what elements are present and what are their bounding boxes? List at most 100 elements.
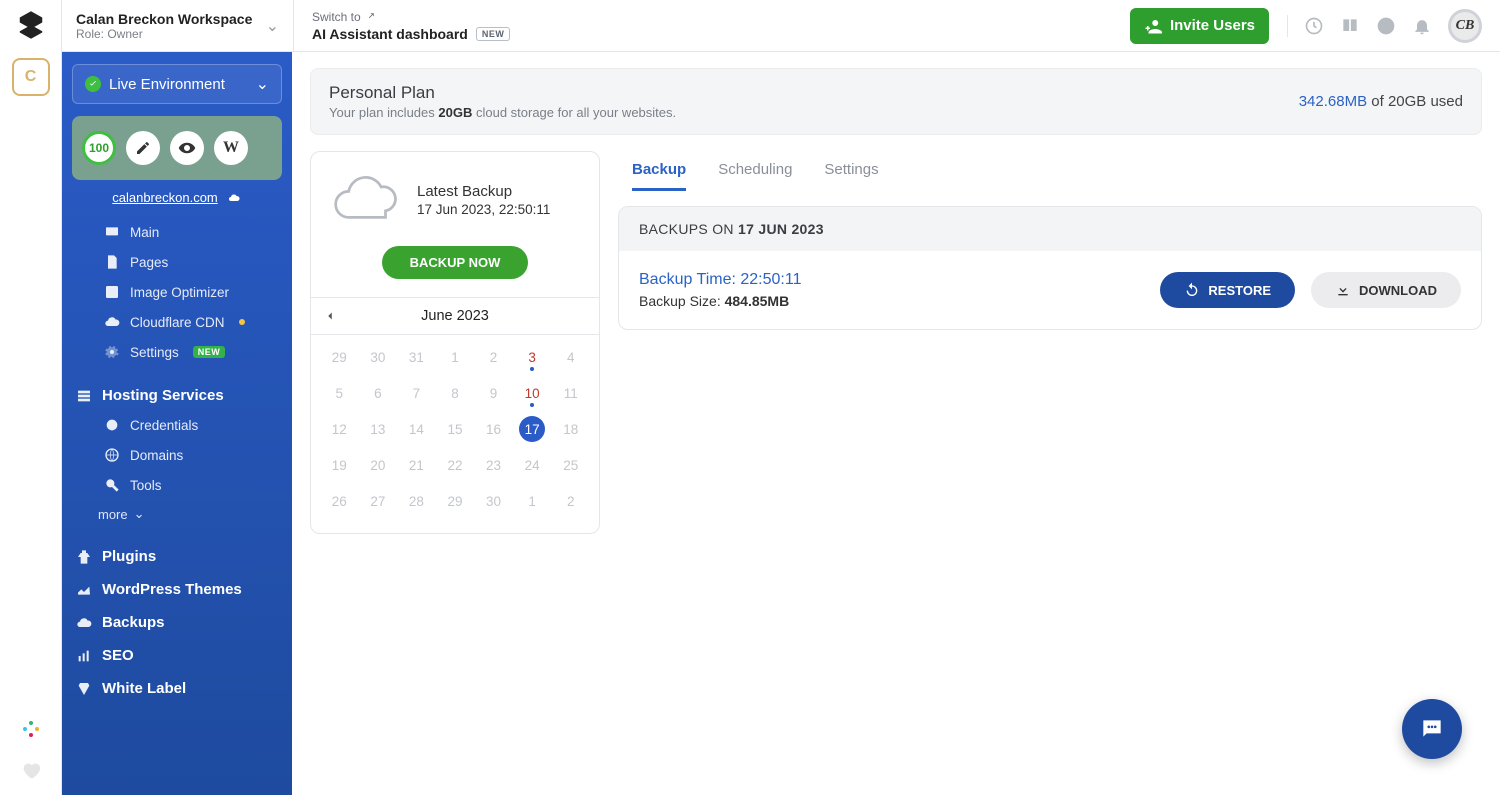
backup-time: Backup Time: 22:50:11 [639,271,801,289]
sidebar-item-themes[interactable]: WordPress Themes [72,571,282,604]
backups-panel: BACKUPS ON 17 JUN 2023 Backup Time: 22:5… [618,206,1482,330]
switch-area: Switch to AI Assistant dashboard NEW [294,4,528,48]
site-preview-card: 100 W [72,116,282,180]
tab-scheduling[interactable]: Scheduling [718,151,792,191]
calendar-day[interactable]: 28 [398,483,435,519]
calendar-day[interactable]: 15 [437,411,474,447]
calendar-day[interactable]: 19 [321,447,358,483]
switch-to-link[interactable]: Switch to [312,10,510,24]
calendar-grid: 2930311234567891011121314151617181920212… [311,334,599,533]
pie-icon[interactable] [1376,16,1396,36]
sidebar-item-domains[interactable]: Domains [98,440,282,470]
new-badge: NEW [476,27,511,41]
sidebar-item-cloudflare[interactable]: Cloudflare CDN [98,307,282,337]
chevron-down-icon: ⌄ [256,74,269,94]
calendar-day[interactable]: 14 [398,411,435,447]
sidebar-section-hosting[interactable]: Hosting Services [72,377,282,410]
calendar-day: 29 [321,339,358,375]
calendar-prev-button[interactable] [323,309,337,323]
calendar-day[interactable]: 25 [552,447,589,483]
plan-title: Personal Plan [329,83,676,103]
calendar-day: 2 [552,483,589,519]
ai-dashboard-link[interactable]: AI Assistant dashboard NEW [312,26,510,42]
workspace-badge[interactable]: C [12,58,50,96]
download-icon [1335,282,1351,298]
calendar-day[interactable]: 8 [437,375,474,411]
calendar-day[interactable]: 13 [360,411,397,447]
backup-row: Backup Time: 22:50:11 Backup Size: 484.8… [619,251,1481,329]
heart-icon[interactable] [20,759,42,795]
chevron-down-icon: ⌄ [266,16,279,36]
calendar-day[interactable]: 2 [475,339,512,375]
calendar-day[interactable]: 24 [514,447,551,483]
brand-logo-icon[interactable] [16,10,46,40]
calendar-day[interactable]: 23 [475,447,512,483]
bell-icon[interactable] [1412,16,1432,36]
backup-tabs: Backup Scheduling Settings [618,151,1482,192]
calendar-day[interactable]: 3 [514,339,551,375]
sidebar-item-backups[interactable]: Backups [72,604,282,637]
wordpress-admin-button[interactable]: W [214,131,248,165]
calendar-day[interactable]: 7 [398,375,435,411]
backup-now-button[interactable]: BACKUP NOW [382,246,529,279]
sidebar-item-tools[interactable]: Tools [98,470,282,500]
calendar-day[interactable]: 27 [360,483,397,519]
clock-icon[interactable] [1304,16,1324,36]
sidebar-item-main[interactable]: Main [98,217,282,247]
restore-icon [1184,282,1200,298]
workspace-role: Role: Owner [76,27,252,41]
calendar-day[interactable]: 6 [360,375,397,411]
calendar-day[interactable]: 11 [552,375,589,411]
sidebar-item-credentials[interactable]: Credentials [98,410,282,440]
calendar-day: 1 [514,483,551,519]
top-header: Calan Breckon Workspace Role: Owner ⌄ Sw… [62,0,1500,52]
calendar-day[interactable]: 4 [552,339,589,375]
calendar-day[interactable]: 18 [552,411,589,447]
workspace-selector[interactable]: Calan Breckon Workspace Role: Owner ⌄ [62,0,294,51]
calendar-day[interactable]: 20 [360,447,397,483]
edit-site-button[interactable] [126,131,160,165]
calendar-day[interactable]: 1 [437,339,474,375]
backup-size: Backup Size: 484.85MB [639,293,801,309]
new-badge: NEW [193,346,226,358]
calendar-day[interactable]: 26 [321,483,358,519]
book-icon[interactable] [1340,16,1360,36]
slack-icon[interactable] [19,717,43,741]
calendar-day: 31 [398,339,435,375]
sidebar-nav: Main Pages Image Optimizer Cloudflare CD… [72,217,282,795]
calendar-day[interactable]: 22 [437,447,474,483]
environment-selector[interactable]: Live Environment ⌄ [72,64,282,104]
calendar-day[interactable]: 5 [321,375,358,411]
preview-site-button[interactable] [170,131,204,165]
calendar-day[interactable]: 30 [475,483,512,519]
tab-settings[interactable]: Settings [824,151,878,191]
invite-users-button[interactable]: Invite Users [1130,8,1269,44]
chat-fab-button[interactable] [1402,699,1462,759]
plan-summary-bar: Personal Plan Your plan includes 20GB cl… [310,68,1482,135]
latest-backup-card: Latest Backup 17 Jun 2023, 22:50:11 BACK… [310,151,600,534]
calendar-day[interactable]: 12 [321,411,358,447]
calendar-day[interactable]: 29 [437,483,474,519]
sidebar-item-settings[interactable]: SettingsNEW [98,337,282,367]
calendar-month-label: June 2023 [421,308,489,324]
latest-backup-label: Latest Backup [417,183,550,200]
sidebar-item-white-label[interactable]: White Label [72,670,282,703]
calendar-day[interactable]: 16 [475,411,512,447]
sidebar-item-plugins[interactable]: Plugins [72,538,282,571]
sidebar-item-image-optimizer[interactable]: Image Optimizer [98,277,282,307]
calendar-day[interactable]: 9 [475,375,512,411]
left-rail: C [0,0,62,795]
sidebar-item-seo[interactable]: SEO [72,637,282,670]
download-button[interactable]: DOWNLOAD [1311,272,1461,308]
chevron-down-icon: ⌄ [134,506,145,522]
calendar-day[interactable]: 21 [398,447,435,483]
restore-button[interactable]: RESTORE [1160,272,1295,308]
performance-score: 100 [82,131,116,165]
tab-backup[interactable]: Backup [632,151,686,191]
sidebar-item-pages[interactable]: Pages [98,247,282,277]
site-domain-link[interactable]: calanbreckon.com [72,190,282,205]
calendar-day[interactable]: 10 [514,375,551,411]
calendar-day[interactable]: 17 [514,411,551,447]
sidebar-more-toggle[interactable]: more⌄ [72,500,282,528]
avatar[interactable]: CB [1448,9,1482,43]
